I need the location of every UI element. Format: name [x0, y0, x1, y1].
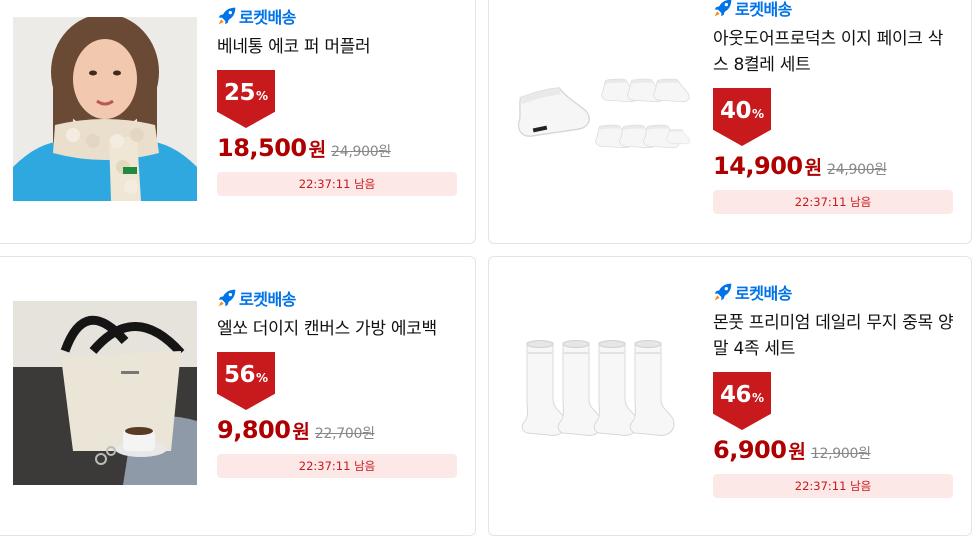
- percent-sign: %: [751, 391, 765, 405]
- product-image[interactable]: [13, 301, 197, 485]
- rocket-delivery-badge: 로켓배송: [217, 5, 459, 27]
- percent-sign: %: [751, 107, 765, 121]
- currency-unit: 원: [292, 421, 310, 443]
- rocket-delivery-label: 로켓배송: [239, 290, 296, 309]
- rocket-delivery-badge: 로켓배송: [217, 287, 459, 309]
- discount-percent: 40: [719, 98, 752, 124]
- currency-unit: 원: [308, 139, 327, 161]
- countdown-timer: 22:37:11 남음: [217, 172, 457, 196]
- product-card[interactable]: 로켓배송 베네통 에코 퍼 머플러 25% 18,500 원 24,900원 2…: [0, 0, 476, 244]
- countdown-timer: 22:37:11 남음: [713, 474, 953, 498]
- sale-price: 6,900: [713, 436, 787, 464]
- currency-unit: 원: [804, 157, 823, 179]
- original-price: 22,700원: [314, 426, 375, 442]
- product-card[interactable]: 로켓배송 몬풋 프리미엄 데일리 무지 중목 양말 4족 세트 46% 6,90…: [488, 256, 972, 536]
- rocket-icon: [217, 288, 237, 308]
- original-price: 24,900원: [331, 144, 391, 160]
- sale-price: 9,800: [217, 416, 291, 444]
- crew-socks-photo: [507, 319, 691, 503]
- discount-badge: 56%: [217, 352, 275, 410]
- product-title[interactable]: 몬풋 프리미엄 데일리 무지 중목 양말 4족 세트: [713, 310, 955, 362]
- product-image[interactable]: [507, 31, 691, 215]
- price-row: 6,900 원 12,900원: [713, 436, 955, 464]
- product-image[interactable]: [507, 319, 691, 503]
- rocket-delivery-badge: 로켓배송: [713, 281, 955, 303]
- sale-price: 14,900: [713, 152, 803, 180]
- product-title[interactable]: 아웃도어프로덕츠 이지 페이크 삭스 8켤레 세트: [713, 26, 955, 78]
- canvas-bag-photo: [13, 301, 197, 485]
- discount-badge: 46%: [713, 372, 771, 430]
- rocket-delivery-label: 로켓배송: [239, 8, 296, 27]
- rocket-icon: [713, 282, 733, 302]
- discount-percent: 46: [719, 382, 752, 408]
- price-row: 18,500 원 24,900원: [217, 134, 459, 162]
- price-row: 9,800 원 22,700원: [217, 416, 459, 444]
- currency-unit: 원: [788, 441, 806, 463]
- product-title[interactable]: 엘쏘 더이지 캔버스 가방 에코백: [217, 316, 459, 342]
- original-price: 12,900원: [810, 446, 871, 462]
- sale-price: 18,500: [217, 134, 307, 162]
- discount-percent: 25: [223, 80, 256, 106]
- countdown-timer: 22:37:11 남음: [217, 454, 457, 478]
- rocket-delivery-label: 로켓배송: [735, 0, 792, 19]
- scarf-model-photo: [13, 17, 197, 201]
- product-card[interactable]: 로켓배송 엘쏘 더이지 캔버스 가방 에코백 56% 9,800 원 22,70…: [0, 256, 476, 536]
- original-price: 24,900원: [827, 162, 887, 178]
- discount-badge: 40%: [713, 88, 771, 146]
- percent-sign: %: [255, 371, 269, 385]
- countdown-timer: 22:37:11 남음: [713, 190, 953, 214]
- rocket-delivery-label: 로켓배송: [735, 284, 792, 303]
- no-show-socks-photo: [507, 31, 691, 215]
- discount-percent: 56: [223, 362, 256, 388]
- rocket-delivery-badge: 로켓배송: [713, 0, 955, 19]
- price-row: 14,900 원 24,900원: [713, 152, 955, 180]
- product-card[interactable]: 로켓배송 아웃도어프로덕츠 이지 페이크 삭스 8켤레 세트 40% 14,90…: [488, 0, 972, 244]
- percent-sign: %: [255, 89, 269, 103]
- discount-badge: 25%: [217, 70, 275, 128]
- product-image[interactable]: [13, 17, 197, 201]
- rocket-icon: [713, 0, 733, 18]
- product-title[interactable]: 베네통 에코 퍼 머플러: [217, 34, 459, 60]
- rocket-icon: [217, 6, 237, 26]
